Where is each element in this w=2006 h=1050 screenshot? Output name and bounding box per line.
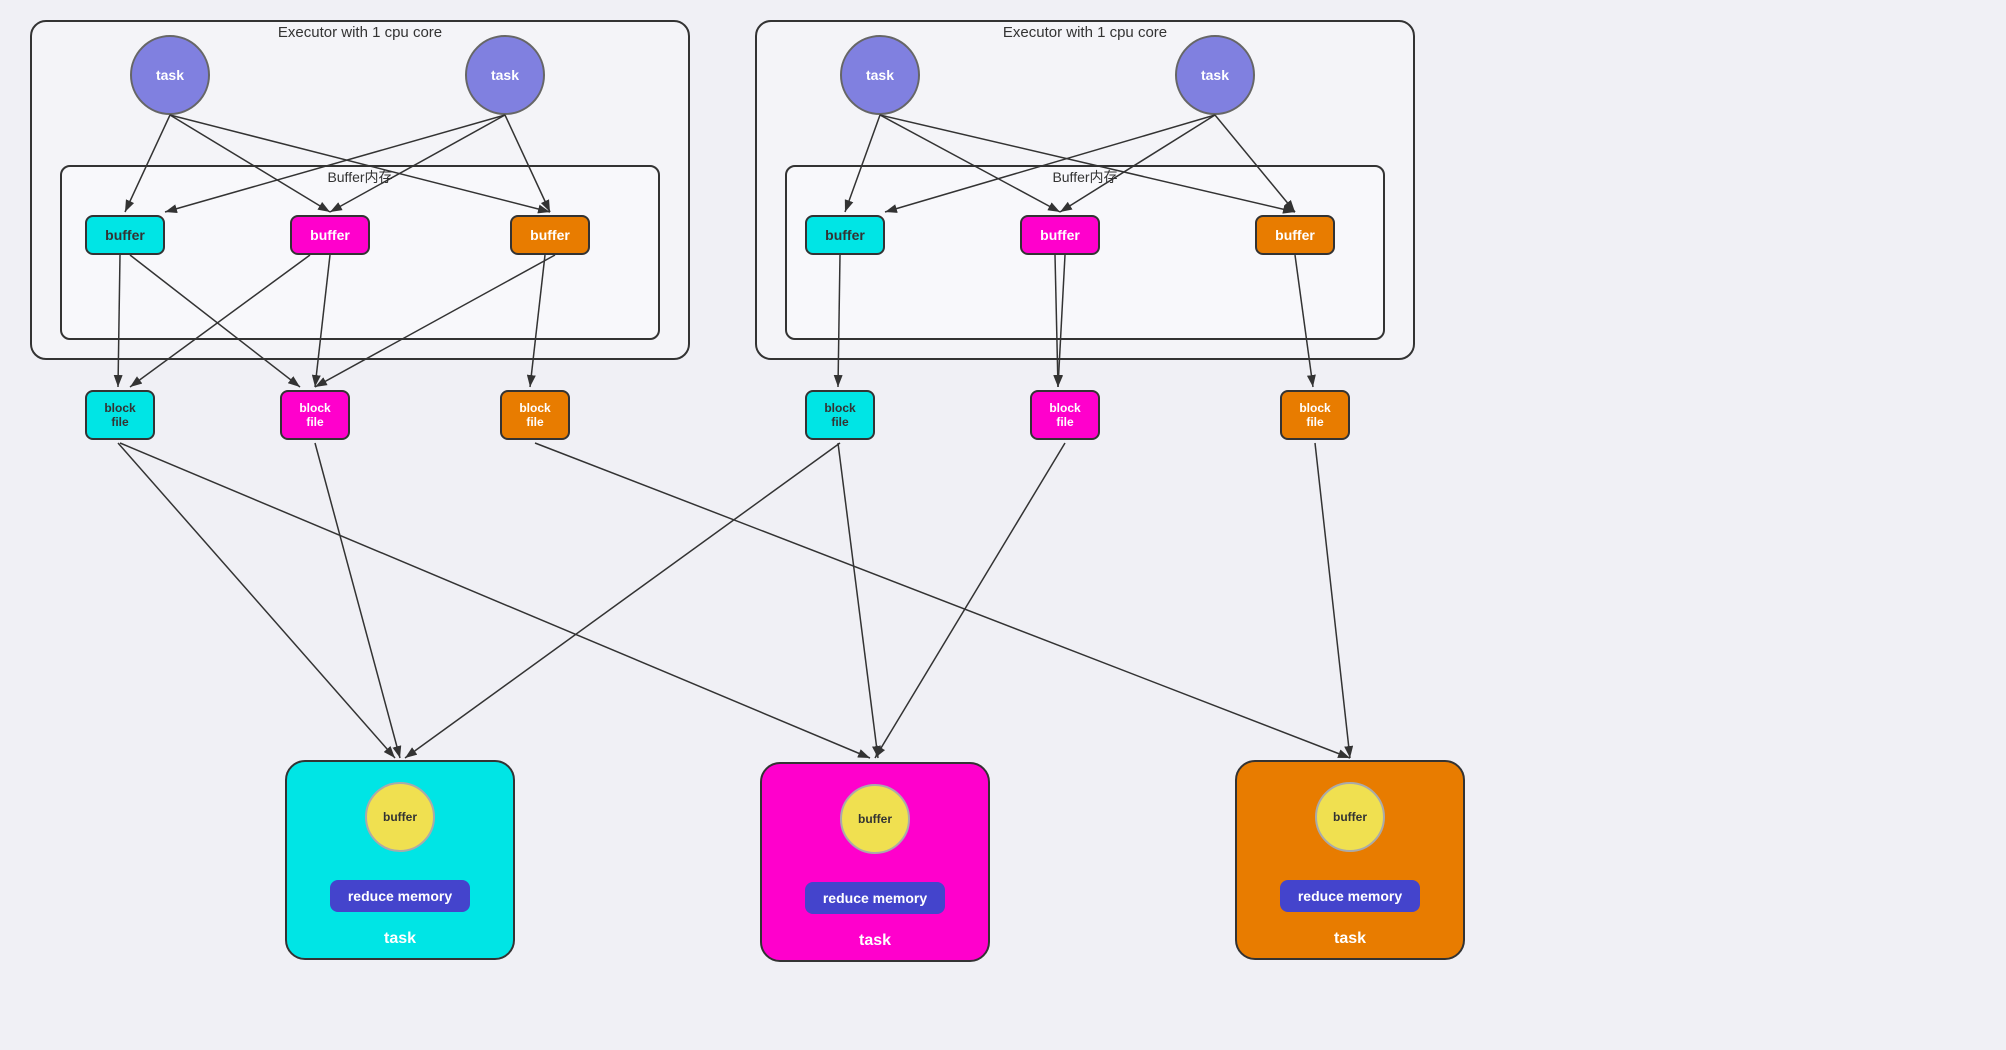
diagram-container: Executor with 1 cpu core Executor with 1… (0, 0, 2006, 1050)
buffer-rect-5: buffer (1020, 215, 1100, 255)
task-label-3: task (866, 67, 894, 83)
block-rect-6: blockfile (1280, 390, 1350, 440)
buffer-label-6: buffer (1275, 227, 1315, 243)
task-label-2: task (491, 67, 519, 83)
task-box-label-2: task (859, 932, 891, 950)
buffer-rect-3: buffer (510, 215, 590, 255)
block-label-6: blockfile (1299, 401, 1330, 429)
task-box-label-1: task (384, 930, 416, 948)
task-box-circle-2: buffer (840, 784, 910, 854)
block-rect-5: blockfile (1030, 390, 1100, 440)
executor-label-2: Executor with 1 cpu core (757, 20, 1413, 41)
buffer-memory-label-1: Buffer内存 (62, 165, 658, 187)
block-label-2: blockfile (299, 401, 330, 429)
buffer-label-3: buffer (530, 227, 570, 243)
reduce-memory-btn-2[interactable]: reduce memory (805, 882, 945, 914)
task-circle-3: task (840, 35, 920, 115)
buffer-label-1: buffer (105, 227, 145, 243)
task-box-3: buffer reduce memory task (1235, 760, 1465, 960)
block-rect-2: blockfile (280, 390, 350, 440)
buffer-rect-1: buffer (85, 215, 165, 255)
task-box-circle-3: buffer (1315, 782, 1385, 852)
task-box-buffer-2: buffer (858, 812, 892, 826)
buffer-rect-6: buffer (1255, 215, 1335, 255)
buffer-rect-2: buffer (290, 215, 370, 255)
task-circle-2: task (465, 35, 545, 115)
buffer-memory-label-2: Buffer内存 (787, 165, 1383, 187)
reduce-memory-btn-3[interactable]: reduce memory (1280, 880, 1420, 912)
task-box-circle-1: buffer (365, 782, 435, 852)
block-label-4: blockfile (824, 401, 855, 429)
buffer-label-4: buffer (825, 227, 865, 243)
block-label-5: blockfile (1049, 401, 1080, 429)
task-box-buffer-1: buffer (383, 810, 417, 824)
block-rect-4: blockfile (805, 390, 875, 440)
executor-label-1: Executor with 1 cpu core (32, 20, 688, 41)
task-circle-1: task (130, 35, 210, 115)
reduce-memory-btn-1[interactable]: reduce memory (330, 880, 470, 912)
task-box-1: buffer reduce memory task (285, 760, 515, 960)
task-label-1: task (156, 67, 184, 83)
block-rect-3: blockfile (500, 390, 570, 440)
buffer-label-2: buffer (310, 227, 350, 243)
buffer-rect-4: buffer (805, 215, 885, 255)
task-box-buffer-3: buffer (1333, 810, 1367, 824)
task-box-2: buffer reduce memory task (760, 762, 990, 962)
buffer-label-5: buffer (1040, 227, 1080, 243)
task-circle-4: task (1175, 35, 1255, 115)
block-rect-1: blockfile (85, 390, 155, 440)
task-label-4: task (1201, 67, 1229, 83)
task-box-label-3: task (1334, 930, 1366, 948)
block-label-1: blockfile (104, 401, 135, 429)
block-label-3: blockfile (519, 401, 550, 429)
